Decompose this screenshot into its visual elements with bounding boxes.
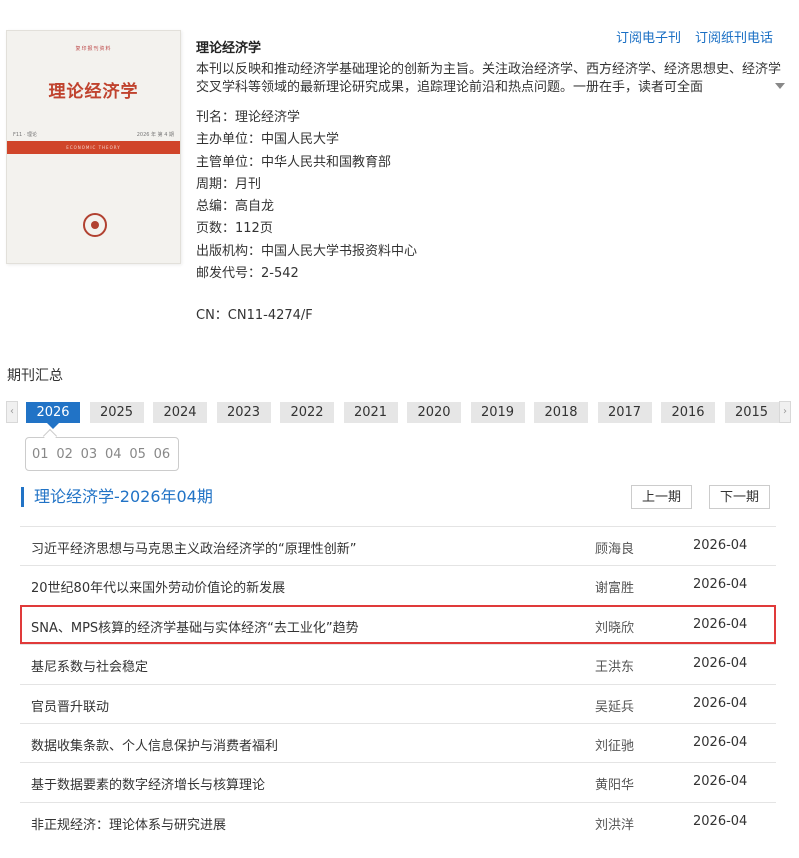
article-row[interactable]: 20世纪80年代以来国外劳动价值论的新发展 谢富胜 2026-04 [20,565,776,604]
journal-name: 理论经济学 [196,41,262,56]
expand-description-icon[interactable] [775,83,785,89]
meta-publisher: 出版机构：中国人民大学书报资料中心 [196,243,418,259]
year-tab[interactable]: 2025 [89,402,144,423]
subscribe-links: 订阅电子刊 订阅纸刊电话 [616,27,773,46]
archive-title: 期刊汇总 [7,368,63,384]
issue-link[interactable]: 05 [129,447,153,462]
article-title[interactable]: 基尼系数与社会稳定 [31,656,148,675]
year-tab[interactable]: 2020 [407,402,461,423]
meta-title: 刊名：理论经济学 [196,110,301,125]
issue-link[interactable]: 04 [105,447,129,462]
article-title[interactable]: 习近平经济思想与马克思主义政治经济学的“原理性创新” [31,538,356,557]
article-row[interactable]: 非正规经济：理论体系与研究进展 刘洪洋 2026-04 [20,801,776,841]
cover-issue-right: 2026 年 第 4 期 [136,132,174,138]
year-tab[interactable]: 2017 [597,402,652,423]
year-scroll-left-icon[interactable]: ‹ [6,401,18,423]
article-row[interactable]: 基于数据要素的数字经济增长与核算理论 黄阳华 2026-04 [20,762,776,801]
next-issue-button[interactable]: 下一期 [709,485,771,509]
article-date: 2026-04 [693,774,748,790]
year-tab[interactable]: 2019 [470,402,525,423]
article-date: 2026-04 [693,813,748,829]
journal-description: 本刊以反映和推动经济学基础理论的创新为主旨。关注政治经济学、西方经济学、经济思想… [196,62,782,95]
article-row-highlighted[interactable]: SNA、MPS核算的经济学基础与实体经济“去工业化”趋势 刘晓欣 2026-04 [20,604,776,645]
active-year-pointer-icon [47,423,59,429]
article-row[interactable]: 习近平经济思想与马克思主义政治经济学的“原理性创新” 顾海良 2026-04 [20,526,776,565]
year-tab[interactable]: 2016 [661,402,715,423]
cover-title: 理论经济学 [48,82,139,102]
article-author: 黄阳华 [595,778,635,794]
article-author: 刘洪洋 [595,817,635,833]
article-row[interactable]: 官员晋升联动 吴延兵 2026-04 [20,683,776,723]
meta-frequency: 周期：月刊 [196,176,262,192]
article-date: 2026-04 [693,616,748,632]
cover-seal-icon [83,213,107,237]
cover-band-text: ECONOMIC THEORY [66,145,121,150]
year-tab[interactable]: 2021 [343,402,398,423]
meta-cn: CN：CN11-4274/F [196,308,313,323]
article-author: 顾海良 [595,542,635,557]
issue-link[interactable]: 06 [154,447,178,462]
article-row[interactable]: 基尼系数与社会稳定 王洪东 2026-04 [20,644,776,683]
article-row[interactable]: 数据收集条款、个人信息保护与消费者福利 刘征驰 2026-04 [20,722,776,762]
article-title[interactable]: 20世纪80年代以来国外劳动价值论的新发展 [31,577,285,596]
article-title[interactable]: SNA、MPS核算的经济学基础与实体经济“去工业化”趋势 [31,617,359,636]
article-date: 2026-04 [693,577,748,593]
year-tab[interactable]: 2022 [280,402,334,423]
year-tab[interactable]: 2018 [534,402,588,423]
year-list: 2026 2025 2024 2023 2022 2021 2020 2019 … [26,402,779,423]
cover-issue-info: F11 · 理论 2026 年 第 4 期 [13,131,174,138]
year-scroll-right-icon[interactable]: › [779,401,791,423]
meta-supervisor: 主管单位：中华人民共和国教育部 [196,154,392,170]
cover-band: ECONOMIC THEORY [7,141,180,154]
article-date: 2026-04 [693,538,748,553]
article-list: 习近平经济思想与马克思主义政治经济学的“原理性创新” 顾海良 2026-04 2… [20,526,776,841]
prev-issue-button[interactable]: 上一期 [631,485,693,509]
subscribe-paper-link[interactable]: 订阅纸刊电话 [695,27,773,46]
meta-editor: 总编：高自龙 [196,199,275,215]
article-author: 吴延兵 [595,699,635,715]
issue-link[interactable]: 02 [56,447,80,462]
article-author: 刘征驰 [595,738,635,754]
year-tab[interactable]: 2023 [216,402,271,423]
article-author: 谢富胜 [595,581,635,597]
article-title[interactable]: 基于数据要素的数字经济增长与核算理论 [31,774,265,793]
journal-cover: 复印报刊资料 理论经济学 F11 · 理论 2026 年 第 4 期 ECONO… [6,30,181,264]
meta-sponsor: 主办单位：中国人民大学 [196,132,340,148]
article-date: 2026-04 [693,656,748,672]
article-author: 王洪东 [595,660,635,676]
article-author: 刘晓欣 [595,620,635,636]
year-tab[interactable]: 2026 [26,402,80,423]
article-title[interactable]: 数据收集条款、个人信息保护与消费者福利 [31,735,278,754]
cover-issue-left: F11 · 理论 [13,132,38,138]
issue-link[interactable]: 01 [32,447,56,462]
issue-link[interactable]: 03 [81,447,105,462]
article-title[interactable]: 官员晋升联动 [31,696,109,715]
meta-pages: 页数：112页 [196,221,273,237]
meta-postal-code: 邮发代号：2-542 [196,266,299,282]
subscribe-electronic-link[interactable]: 订阅电子刊 [616,27,681,46]
issue-title: 理论经济学-2026年04期 [21,487,213,507]
article-date: 2026-04 [693,734,748,750]
article-date: 2026-04 [693,695,748,711]
year-tab[interactable]: 2024 [153,402,207,423]
cover-series: 复印报刊资料 [75,46,112,52]
journal-meta: 刊名：理论经济学 主办单位：中国人民大学 主管单位：中华人民共和国教育部 周期：… [196,107,417,285]
year-tab[interactable]: 2015 [724,402,779,423]
article-title[interactable]: 非正规经济：理论体系与研究进展 [31,814,226,833]
